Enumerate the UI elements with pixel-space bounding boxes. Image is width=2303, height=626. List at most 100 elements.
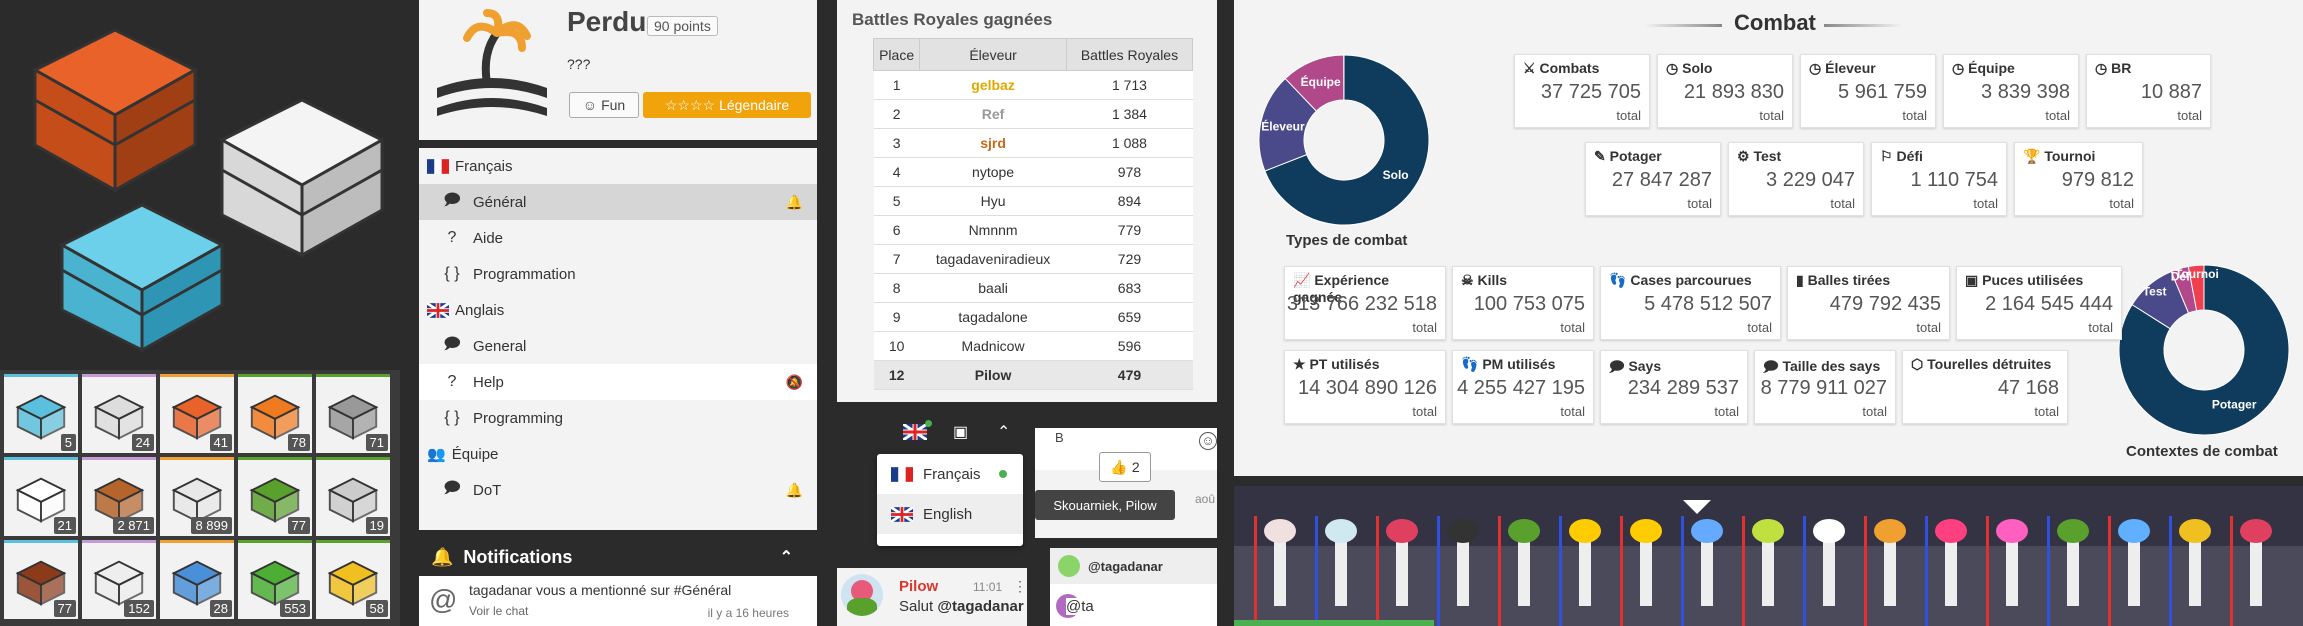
inventory-item[interactable]: 2 871 — [82, 457, 156, 536]
rank-cell: 4 — [873, 157, 920, 187]
item-count: 19 — [365, 517, 388, 534]
farmer-name[interactable]: Ref — [919, 99, 1067, 129]
avatar — [841, 574, 883, 616]
channel-programming[interactable]: { } Programming — [419, 400, 817, 436]
clock-icon: ◷ — [1666, 60, 1679, 76]
rank-cell: 9 — [873, 302, 920, 332]
language-option-fr[interactable]: Français — [877, 454, 1023, 494]
language-option-uk[interactable]: English — [877, 494, 1023, 534]
bell-icon[interactable]: 🔔 — [786, 482, 803, 499]
chat-group-fr[interactable]: Français — [419, 148, 817, 184]
inventory-item[interactable]: 77 — [238, 457, 312, 536]
channel-dot[interactable]: 🗩 DoT 🔔 — [419, 472, 817, 508]
stat-unit: total — [2034, 404, 2059, 419]
item-count: 5 — [60, 434, 76, 451]
br-count: 779 — [1066, 215, 1193, 245]
chat-channel-list: Français 🗩 Général 🔔? Aide{ } Programmation An… — [419, 148, 817, 530]
stat-card: ⚔ Combats 37 725 705 total — [1514, 54, 1650, 128]
channel-programmation[interactable]: { } Programmation — [419, 256, 817, 292]
language-menu: Français English — [877, 454, 1023, 546]
steps-icon: 👣 — [1461, 356, 1479, 372]
bullet-icon: ▮ — [1796, 272, 1804, 288]
combat-types-pie: Solo Éleveur Équipe — [1258, 54, 1430, 226]
inventory-item[interactable]: 5 — [4, 374, 78, 453]
stat-value: 37 725 705 — [1540, 81, 1641, 103]
farmer-name[interactable]: Nmnnm — [919, 215, 1067, 245]
channel-aide[interactable]: ? Aide — [419, 220, 817, 256]
inventory-item[interactable]: 78 — [238, 374, 312, 453]
swords-icon: ⚔ — [1523, 60, 1536, 76]
channel-général[interactable]: 🗩 Général 🔔 — [419, 184, 817, 220]
inventory-item[interactable]: 24 — [82, 374, 156, 453]
add-reaction-icon[interactable]: ☺ — [1199, 432, 1217, 450]
stat-unit: total — [1687, 196, 1712, 211]
stat-unit: total — [1747, 320, 1772, 335]
farmer-name[interactable]: baali — [919, 273, 1067, 303]
br-count: 978 — [1066, 157, 1193, 187]
mention-suggestion[interactable]: @tagadanar — [1050, 548, 1217, 584]
stat-unit: total — [1916, 320, 1941, 335]
chat-group-team[interactable]: 👥 Équipe — [419, 436, 817, 472]
inventory-item[interactable]: 77 — [4, 540, 78, 619]
stat-card: ◷ Solo 21 893 830 total — [1657, 54, 1793, 128]
legendary-button[interactable]: ☆☆☆☆ Légendaire — [643, 92, 811, 118]
thumbs-up-reaction[interactable]: 👍 2 — [1099, 452, 1151, 482]
message-mention[interactable]: @tagadanar — [937, 598, 1023, 615]
inventory-item[interactable]: 553 — [238, 540, 312, 619]
farmer-name[interactable]: Pilow — [919, 360, 1067, 390]
inventory-item[interactable]: 71 — [316, 374, 390, 453]
reaction-tooltip: Skouarniek, Pilow — [1035, 490, 1175, 520]
date-fragment: aoû — [1195, 492, 1216, 506]
inventory-item[interactable]: 8 899 — [160, 457, 234, 536]
rank-cell: 12 — [873, 360, 920, 390]
chevron-up-icon[interactable]: ⌃ — [780, 547, 793, 567]
fun-button[interactable]: ☺ Fun — [569, 92, 639, 118]
chevron-up-icon[interactable]: ⌃ — [997, 422, 1010, 442]
farmer-name[interactable]: Hyu — [919, 186, 1067, 216]
see-chat-link[interactable]: Voir le chat — [469, 604, 528, 618]
uk-flag-icon[interactable] — [903, 424, 927, 440]
farmer-name[interactable]: Madnicow — [919, 331, 1067, 361]
farmer-name[interactable]: nytope — [919, 157, 1067, 187]
farmer-name[interactable]: tagadalone — [919, 302, 1067, 332]
inventory-item[interactable]: 41 — [160, 374, 234, 453]
stat-unit: total — [1616, 108, 1641, 123]
channel-help[interactable]: ? Help 🔕 — [419, 364, 817, 400]
bell-muted-icon[interactable]: 🔕 — [786, 374, 803, 391]
farmer-name[interactable]: gelbaz — [919, 70, 1067, 100]
skull-icon: ☠ — [1461, 272, 1474, 288]
br-count: 596 — [1066, 331, 1193, 361]
stat-card: ☠ Kills 100 753 075 total — [1452, 266, 1594, 340]
chests-illustration — [31, 28, 386, 353]
item-count: 78 — [287, 434, 310, 451]
inventory-item[interactable]: 28 — [160, 540, 234, 619]
stat-value: 100 753 075 — [1473, 293, 1585, 315]
message-author[interactable]: Pilow — [899, 578, 938, 595]
stat-unit: total — [1714, 404, 1739, 419]
stat-value: 313 766 232 518 — [1286, 293, 1437, 315]
inventory-item[interactable]: 19 — [316, 457, 390, 536]
inventory-item[interactable]: 58 — [316, 540, 390, 619]
inventory-item[interactable]: 21 — [4, 457, 78, 536]
bell-icon[interactable]: 🔔 — [786, 194, 803, 211]
more-icon[interactable]: ⋮ — [1013, 578, 1027, 595]
channel-general[interactable]: 🗩 General — [419, 328, 817, 364]
farmer-name[interactable]: tagadaveniradieux — [919, 244, 1067, 274]
stat-value: 234 289 537 — [1627, 377, 1739, 399]
chat-input[interactable]: @ta — [1066, 598, 1094, 615]
stat-value: 3 839 398 — [1981, 81, 2070, 103]
inventory-item[interactable]: 152 — [82, 540, 156, 619]
chat-group-uk[interactable]: Anglais — [419, 292, 817, 328]
stat-card: 🗩 Taille des says 8 779 911 027 total — [1754, 350, 1896, 424]
farmer-name[interactable]: sjrd — [919, 128, 1067, 158]
stat-unit: total — [2109, 196, 2134, 211]
rank-cell: 8 — [873, 273, 920, 303]
help-icon: ? — [447, 229, 457, 246]
picture-in-picture-icon[interactable]: ▣ — [953, 422, 968, 442]
stat-card: 🗩 Says 234 289 537 total — [1600, 350, 1748, 424]
rank-cell: 5 — [873, 186, 920, 216]
notifications-header[interactable]: 🔔 Notifications ⌃ — [419, 538, 817, 576]
ranking-title: Battles Royales gagnées — [852, 10, 1053, 29]
notification-item[interactable]: @ tagadanar vous a mentionné sur #Généra… — [419, 576, 817, 626]
stat-unit: total — [1412, 320, 1437, 335]
